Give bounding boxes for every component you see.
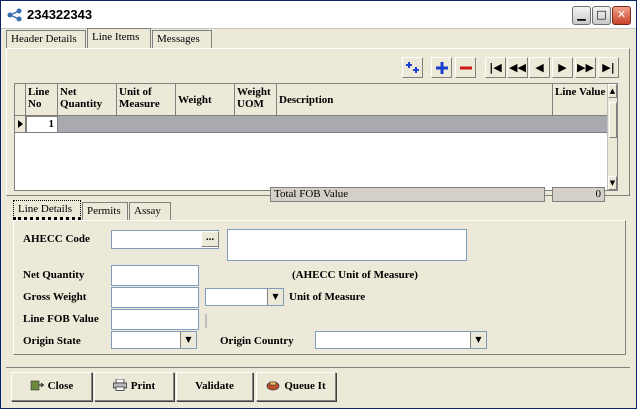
col-weight-uom[interactable]: Weight UOM <box>235 84 277 116</box>
maximize-icon: □ <box>596 8 607 21</box>
total-fob-label: Total FOB Value <box>270 187 545 202</box>
first-icon: |◀ <box>489 61 502 74</box>
next-icon: ▶ <box>558 61 567 74</box>
remove-line-button[interactable] <box>455 57 476 78</box>
line-details-panel: AHECC Code ... Net Quantity (AHECC Unit … <box>13 220 626 355</box>
grid-header: Line No Net Quantity Unit of Measure Wei… <box>15 84 609 116</box>
queue-it-button-label: Queue It <box>284 380 326 392</box>
scroll-down-icon[interactable]: ▼ <box>608 176 617 190</box>
col-net-quantity[interactable]: Net Quantity <box>58 84 117 116</box>
print-button-label: Print <box>130 380 156 392</box>
line-fob-value-label: Line FOB Value <box>23 313 99 325</box>
scroll-up-icon[interactable]: ▲ <box>608 84 617 98</box>
grid-vertical-scrollbar[interactable]: ▲ ▼ <box>607 84 617 190</box>
ahecc-uom-label: (AHECC Unit of Measure) <box>292 269 418 281</box>
line-items-panel: |◀ ◀◀ ◀ ▶ ▶▶ ▶| Line No Net Quantity Uni… <box>6 48 630 202</box>
next-page-button[interactable]: ▶▶ <box>575 57 596 78</box>
tab-messages[interactable]: Messages <box>152 30 212 48</box>
scroll-thumb[interactable] <box>609 102 617 138</box>
minimize-button[interactable]: ▁ <box>572 6 591 25</box>
row-selector[interactable] <box>15 116 26 133</box>
line-fob-value-input[interactable] <box>111 309 199 330</box>
close-button-label: Close <box>47 380 74 392</box>
close-icon: ✕ <box>616 8 627 21</box>
print-button[interactable]: Print <box>94 372 174 401</box>
rewind-icon: ◀◀ <box>509 61 526 74</box>
col-line-no[interactable]: Line No <box>26 84 58 116</box>
origin-state-select[interactable]: ▼ <box>111 331 197 349</box>
tab-line-items[interactable]: Line Items <box>87 28 151 48</box>
prev-icon: ◀ <box>535 61 544 74</box>
weight-uom-select[interactable]: ▼ <box>205 288 284 306</box>
chevron-down-icon[interactable]: ▼ <box>470 332 486 348</box>
cell-line-no[interactable]: 1 <box>26 116 58 133</box>
line-items-grid: Line No Net Quantity Unit of Measure Wei… <box>14 83 618 191</box>
tab-permits[interactable]: Permits <box>82 202 128 220</box>
prev-record-button[interactable]: ◀ <box>529 57 550 78</box>
row-selector-header <box>15 84 26 116</box>
minus-icon <box>459 66 472 70</box>
add-multiple-icon <box>405 62 419 73</box>
queue-icon <box>267 381 280 391</box>
next-record-button[interactable]: ▶ <box>552 57 573 78</box>
first-record-button[interactable]: |◀ <box>485 57 506 78</box>
last-record-button[interactable]: ▶| <box>598 57 619 78</box>
origin-country-label: Origin Country <box>220 335 294 347</box>
origin-country-select[interactable]: ▼ <box>315 331 487 349</box>
total-fob-value: 0 <box>552 187 605 202</box>
ahecc-description-field[interactable] <box>227 229 467 261</box>
col-unit-of-measure[interactable]: Unit of Measure <box>117 84 176 116</box>
ahecc-lookup-button[interactable]: ... <box>201 231 219 247</box>
gross-weight-label: Gross Weight <box>23 291 87 303</box>
close-window-button[interactable]: ✕ <box>612 6 631 25</box>
app-icon <box>7 8 22 22</box>
selected-row-cells[interactable] <box>58 116 609 133</box>
close-button[interactable]: Close <box>11 372 92 401</box>
gross-weight-input[interactable] <box>111 287 199 308</box>
origin-state-label: Origin State <box>23 335 81 347</box>
net-quantity-label: Net Quantity <box>23 269 85 281</box>
window-title: 234322343 <box>27 7 93 22</box>
maximize-button[interactable]: □ <box>592 6 611 25</box>
prev-page-button[interactable]: ◀◀ <box>507 57 528 78</box>
queue-it-button[interactable]: Queue It <box>256 372 336 401</box>
minimize-icon: ▁ <box>577 8 586 21</box>
chevron-down-icon[interactable]: ▼ <box>180 332 196 348</box>
printer-icon <box>112 379 127 391</box>
col-line-value[interactable]: Line Value <box>553 84 609 116</box>
divider <box>205 314 207 328</box>
action-bar: Close Print Validate Queue It <box>6 367 630 403</box>
tab-assay[interactable]: Assay <box>129 202 171 220</box>
fast-forward-icon: ▶▶ <box>577 61 594 74</box>
tab-line-details[interactable]: Line Details <box>13 200 81 220</box>
validate-button-label: Validate <box>195 380 234 392</box>
current-row-icon <box>18 120 23 128</box>
title-bar: 234322343 ▁ □ ✕ <box>1 1 636 29</box>
net-quantity-input[interactable] <box>111 265 199 286</box>
close-door-icon <box>30 380 44 391</box>
plus-icon <box>435 62 448 74</box>
add-multiple-button[interactable] <box>402 57 423 78</box>
last-icon: ▶| <box>602 61 615 74</box>
tab-header-details[interactable]: Header Details <box>6 30 86 48</box>
ahecc-code-label: AHECC Code <box>23 233 90 245</box>
col-description[interactable]: Description <box>277 84 553 116</box>
chevron-down-icon[interactable]: ▼ <box>267 289 283 305</box>
table-row[interactable]: 1 <box>15 116 609 133</box>
unit-of-measure-label: Unit of Measure <box>289 291 366 303</box>
add-line-button[interactable] <box>431 57 452 78</box>
validate-button[interactable]: Validate <box>176 372 253 401</box>
app-window: 234322343 ▁ □ ✕ Header Details Line Item… <box>0 0 637 409</box>
col-weight[interactable]: Weight <box>176 84 235 116</box>
